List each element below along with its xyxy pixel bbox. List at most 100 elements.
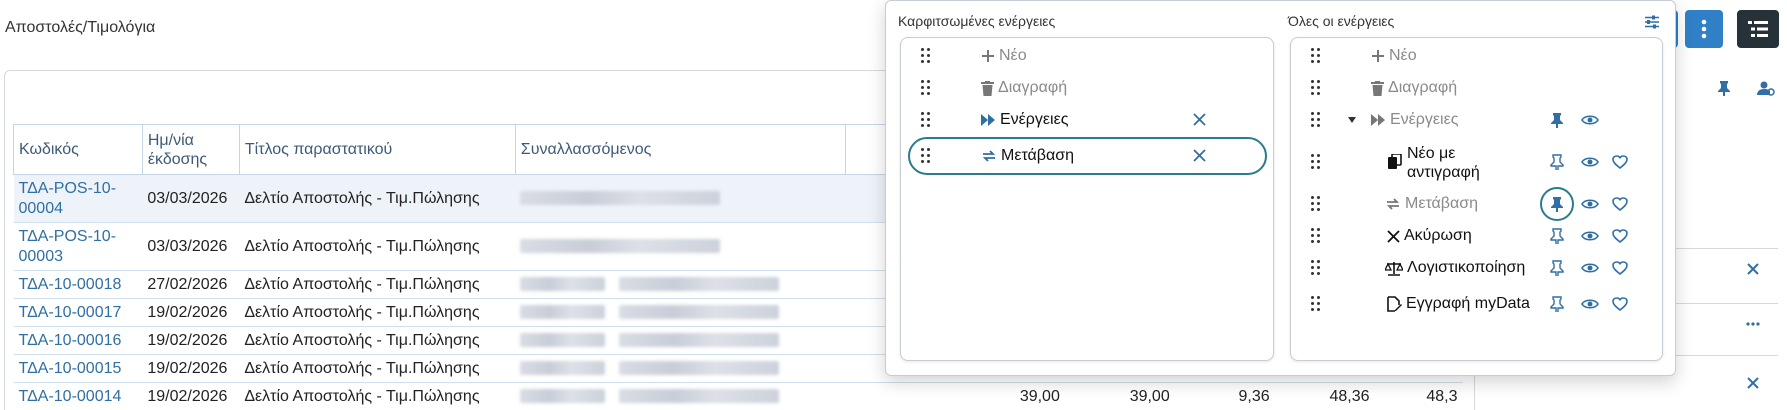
action-label: Μετάβαση <box>1405 195 1479 212</box>
cell-code[interactable]: ΤΔΑ-10-00015 <box>13 354 143 383</box>
list-item[interactable]: Ακύρωση <box>1291 222 1662 250</box>
eye-icon[interactable] <box>1581 298 1599 310</box>
pin-outline-icon[interactable] <box>1550 228 1564 244</box>
copy-icon <box>1388 154 1402 169</box>
close-icon[interactable] <box>1747 263 1759 275</box>
action-label: Νέο <box>1389 47 1417 64</box>
column-header-party[interactable]: Συναλλασσόμενος <box>514 124 846 175</box>
action-label: Νέο <box>999 47 1027 64</box>
pin-outline-icon[interactable] <box>1550 154 1564 170</box>
list-item[interactable]: Ενέργειες <box>1291 106 1662 134</box>
cell-date: 03/03/2026 <box>142 174 240 223</box>
cell-title: Δελτίο Αποστολής - Τιμ.Πώλησης <box>239 174 516 223</box>
list-item[interactable]: Εγγραφή myData <box>1291 290 1662 318</box>
drag-handle-icon[interactable] <box>1311 48 1321 64</box>
remove-pinned-button[interactable] <box>1193 149 1206 162</box>
cell-code[interactable]: ΤΔΑ-10-00016 <box>13 326 143 355</box>
drag-handle-icon[interactable] <box>1311 260 1321 276</box>
drag-handle-icon[interactable] <box>1311 154 1321 170</box>
list-item[interactable]: Ενέργειες <box>901 106 1273 134</box>
user-settings-icon[interactable] <box>1757 80 1775 96</box>
heart-icon[interactable] <box>1612 297 1628 311</box>
drag-handle-icon[interactable] <box>1311 296 1321 312</box>
list-tree-icon <box>1748 21 1768 37</box>
action-label: Διαγραφή <box>1388 79 1458 96</box>
action-label: Ενέργειες <box>1000 111 1069 128</box>
eye-icon[interactable] <box>1581 262 1599 274</box>
cell-code[interactable]: ΤΔΑ-10-00014 <box>13 382 143 410</box>
ellipsis-icon[interactable] <box>1746 322 1760 326</box>
list-item[interactable]: Διαγραφή <box>1291 74 1662 102</box>
cell-net-value: 39,00 <box>954 382 1065 410</box>
eye-icon[interactable] <box>1581 114 1599 126</box>
eye-icon[interactable] <box>1581 198 1599 210</box>
cell-code[interactable]: ΤΔΑ-10-00018 <box>13 270 143 299</box>
cell-title: Δελτίο Αποστολής - Τιμ.Πώλησης <box>239 222 516 271</box>
drag-handle-icon[interactable] <box>1311 196 1321 212</box>
redacted-text <box>520 389 606 404</box>
pinned-actions-title: Καρφιτσωμένες ενέργειες <box>898 13 1056 29</box>
pin-icon[interactable] <box>1717 80 1731 96</box>
eye-icon[interactable] <box>1581 156 1599 168</box>
redacted-text <box>619 389 780 404</box>
list-item[interactable]: Νέο με αντιγραφή <box>1291 140 1662 184</box>
drag-handle-icon[interactable] <box>921 80 931 96</box>
cell-code[interactable]: ΤΔΑ-10-00017 <box>13 298 143 327</box>
list-item[interactable]: Νέο <box>901 42 1273 70</box>
redacted-text <box>520 333 606 348</box>
heart-icon[interactable] <box>1612 197 1628 211</box>
drag-handle-icon[interactable] <box>1311 228 1321 244</box>
cell-date: 19/02/2026 <box>142 298 240 327</box>
drag-handle-icon[interactable] <box>921 48 931 64</box>
cell-code[interactable]: ΤΔΑ-POS-10-00004 <box>13 174 143 223</box>
caret-down-icon[interactable] <box>1348 117 1356 123</box>
all-actions-title: Όλες οι ενέργειες <box>1288 13 1395 29</box>
pin-outline-icon[interactable] <box>1550 296 1564 312</box>
heart-icon[interactable] <box>1612 261 1628 275</box>
all-actions-list: Νέο Διαγραφή Ενέργειες Νέο με αντιγραφή … <box>1290 37 1663 361</box>
redacted-text <box>520 277 606 292</box>
pin-icon[interactable] <box>1550 112 1564 128</box>
list-item[interactable]: Μετάβαση <box>1291 187 1662 221</box>
drag-handle-icon[interactable] <box>921 112 931 128</box>
drag-handle-icon[interactable] <box>1311 80 1321 96</box>
pin-icon[interactable] <box>1550 196 1564 212</box>
list-item[interactable]: Λογιστικοποίηση <box>1291 254 1662 282</box>
heart-icon[interactable] <box>1612 229 1628 243</box>
drag-handle-icon[interactable] <box>1311 112 1321 128</box>
column-header-title[interactable]: Τίτλος παραστατικού <box>238 124 516 175</box>
cell-party <box>515 174 846 223</box>
cell-party <box>515 382 846 410</box>
heart-icon[interactable] <box>1612 155 1628 169</box>
cell-title: Δελτίο Αποστολής - Τιμ.Πώλησης <box>239 298 516 327</box>
list-item[interactable]: Διαγραφή <box>901 74 1273 102</box>
table-row[interactable]: ΤΔΑ-10-00014 19/02/2026 Δελτίο Αποστολής… <box>13 382 1463 410</box>
pinned-actions-list: Νέο Διαγραφή Ενέργειες Μετάβαση <box>900 37 1274 361</box>
eye-icon[interactable] <box>1581 230 1599 242</box>
cell-party <box>515 222 846 271</box>
close-icon[interactable] <box>1747 377 1759 389</box>
cell-code[interactable]: ΤΔΑ-POS-10-00003 <box>13 222 143 271</box>
drag-handle-icon[interactable] <box>921 148 931 164</box>
column-header-code[interactable]: Κωδικός <box>13 124 143 175</box>
redacted-text <box>619 277 780 292</box>
more-actions-button[interactable] <box>1685 10 1723 48</box>
action-label: Εγγραφή myData <box>1406 295 1530 312</box>
scales-icon <box>1385 261 1403 276</box>
plus-icon <box>982 50 994 62</box>
cell-total-2: 48,3 <box>1374 382 1463 410</box>
fast-forward-icon <box>1371 114 1385 126</box>
remove-pinned-button[interactable] <box>1193 113 1206 126</box>
list-item[interactable]: Νέο <box>1291 42 1662 70</box>
sliders-icon[interactable] <box>1644 15 1660 29</box>
column-header-date[interactable]: Ημ/νία έκδοσης <box>141 124 240 175</box>
transfer-icon <box>982 150 996 162</box>
file-sign-icon <box>1387 296 1402 312</box>
cell-title: Δελτίο Αποστολής - Τιμ.Πώλησης <box>239 382 516 410</box>
actions-config-popup: Καρφιτσωμένες ενέργειες Όλες οι ενέργειε… <box>885 0 1676 376</box>
kebab-menu-icon <box>1701 19 1707 39</box>
x-icon <box>1387 229 1400 243</box>
list-view-button[interactable] <box>1737 10 1779 48</box>
list-item[interactable]: Μετάβαση <box>901 142 1273 170</box>
pin-outline-icon[interactable] <box>1550 260 1564 276</box>
